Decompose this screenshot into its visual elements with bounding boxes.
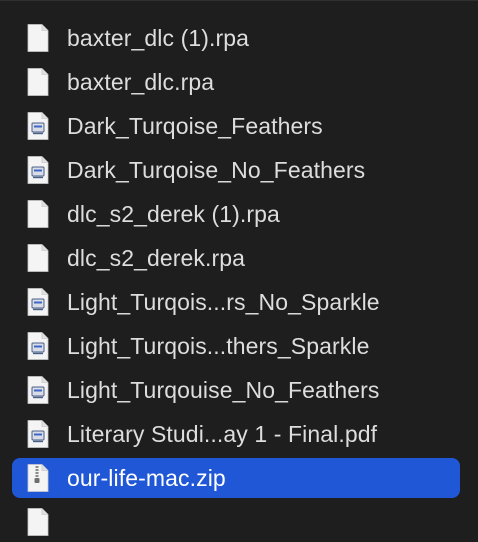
blank-document-icon [27,244,49,272]
application-document-icon [27,376,49,404]
blank-document-icon [27,200,49,228]
application-document-icon [27,288,49,316]
application-document-icon [27,156,49,184]
file-name: Light_Turqois...thers_Sparkle [67,332,370,359]
blank-document-icon [27,24,49,52]
file-row[interactable]: Dark_Turqoise_No_Feathers [12,150,460,190]
file-row[interactable]: Light_Turqouise_No_Feathers [12,370,460,410]
application-document-icon [27,332,49,360]
file-row[interactable]: baxter_dlc.rpa [12,62,460,102]
file-row[interactable]: dlc_s2_derek.rpa [12,238,460,278]
file-row[interactable]: dlc_s2_derek (1).rpa [12,194,460,234]
application-document-icon [27,420,49,448]
blank-document-icon [27,68,49,96]
file-name: Light_Turqois...rs_No_Sparkle [67,288,380,315]
file-name: dlc_s2_derek (1).rpa [67,200,280,227]
file-name: Dark_Turqoise_No_Feathers [67,156,366,183]
blank-document-icon [27,508,49,536]
list-top-divider [0,0,478,1]
file-row[interactable]: Light_Turqois...thers_Sparkle [12,326,460,366]
file-name: Light_Turqouise_No_Feathers [67,376,380,403]
file-name: Dark_Turqoise_Feathers [67,112,323,139]
file-row[interactable]: Dark_Turqoise_Feathers [12,106,460,146]
file-name: our-life-mac.zip [67,464,226,491]
file-name: baxter_dlc.rpa [67,68,215,95]
file-row-selected[interactable]: our-life-mac.zip [12,458,460,498]
file-name: dlc_s2_derek.rpa [67,244,246,271]
file-row[interactable]: Literary Studi...ay 1 - Final.pdf [12,414,460,454]
file-name: baxter_dlc (1).rpa [67,24,250,51]
file-row[interactable] [12,502,460,542]
file-list: baxter_dlc (1).rpa baxter_dlc.rpa Dark_T… [0,0,478,536]
zip-archive-icon [27,464,49,492]
file-row[interactable]: Light_Turqois...rs_No_Sparkle [12,282,460,322]
file-row[interactable]: baxter_dlc (1).rpa [12,18,460,58]
application-document-icon [27,112,49,140]
file-name: Literary Studi...ay 1 - Final.pdf [67,420,378,447]
